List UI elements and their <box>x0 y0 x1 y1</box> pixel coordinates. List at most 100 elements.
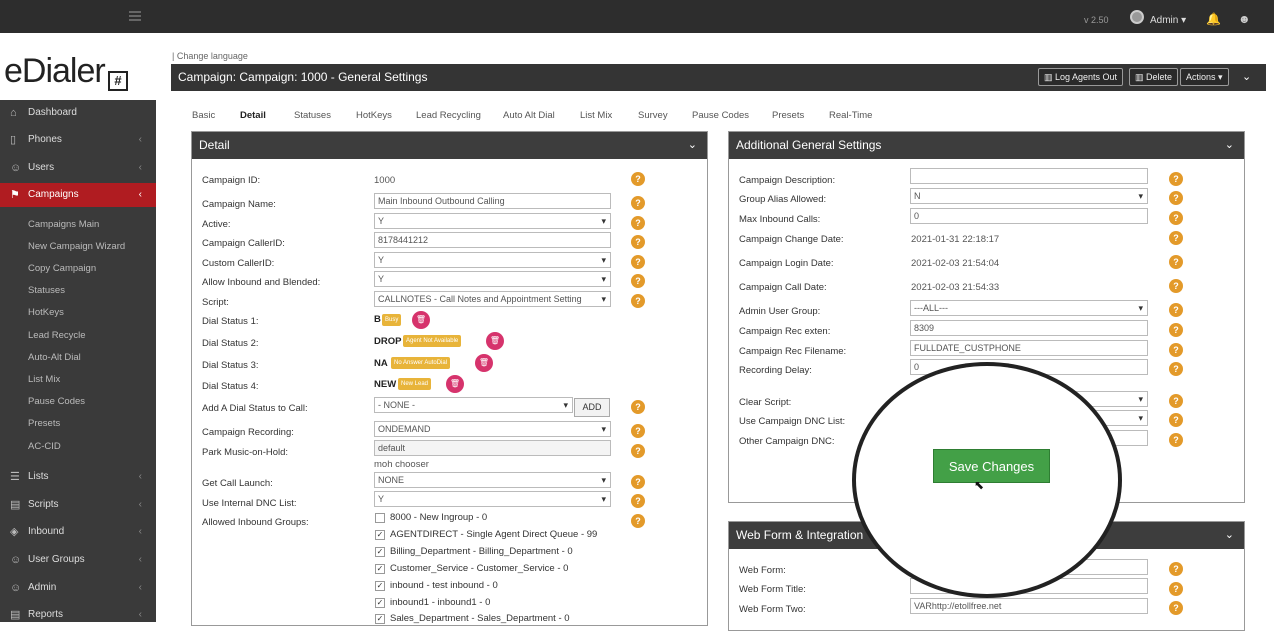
help-icon[interactable]: ? <box>1169 172 1183 186</box>
submenu-hotkeys[interactable]: HotKeys <box>0 303 156 323</box>
help-icon[interactable]: ? <box>1169 562 1183 576</box>
park-input[interactable]: default <box>374 440 611 456</box>
users-icon[interactable]: ☻ <box>1238 12 1251 26</box>
help-icon[interactable]: ? <box>1169 413 1183 427</box>
sidebar-item-users[interactable]: ☺ Users ‹ <box>0 156 156 180</box>
description-input[interactable] <box>910 168 1148 184</box>
help-icon[interactable]: ? <box>1169 211 1183 225</box>
group-checkbox[interactable]: ✓ <box>375 614 385 624</box>
group-checkbox[interactable]: ✓ <box>375 530 385 540</box>
campaign-name-input[interactable]: Main Inbound Outbound Calling <box>374 193 611 209</box>
submenu-campaigns-main[interactable]: Campaigns Main <box>0 215 156 235</box>
help-icon[interactable]: ? <box>1169 255 1183 269</box>
bell-icon[interactable]: 🔔 <box>1206 12 1221 26</box>
sidebar-item-reports[interactable]: ▤ Reports ‹ <box>0 603 156 627</box>
tab-real-time[interactable]: Real-Time <box>829 110 872 121</box>
moh-chooser-link[interactable]: moh chooser <box>374 459 429 470</box>
help-icon[interactable]: ? <box>631 494 645 508</box>
submenu-pause-codes[interactable]: Pause Codes <box>0 392 156 412</box>
sidebar-item-phones[interactable]: ▯ Phones ‹ <box>0 128 156 152</box>
change-language-link[interactable]: | Change language <box>172 51 248 61</box>
help-icon[interactable]: ? <box>1169 343 1183 357</box>
help-icon[interactable]: ? <box>631 514 645 528</box>
avatar[interactable] <box>1130 10 1144 24</box>
tab-basic[interactable]: Basic <box>192 110 215 121</box>
max-inbound-input[interactable]: 0 <box>910 208 1148 224</box>
submenu-list-mix[interactable]: List Mix <box>0 370 156 390</box>
admin-group-select[interactable]: ---ALL--- <box>910 300 1148 316</box>
help-icon[interactable]: ? <box>631 216 645 230</box>
sidebar-item-dashboard[interactable]: ⌂ Dashboard <box>0 101 156 125</box>
rec-filename-input[interactable]: FULLDATE_CUSTPHONE <box>910 340 1148 356</box>
group-checkbox[interactable] <box>375 513 385 523</box>
tab-auto-alt-dial[interactable]: Auto Alt Dial <box>503 110 555 121</box>
help-icon[interactable]: ? <box>1169 303 1183 317</box>
chevron-down-icon[interactable]: ⌄ <box>688 132 697 159</box>
actions-button[interactable]: Actions ▾ <box>1180 68 1229 86</box>
group-checkbox[interactable]: ✓ <box>375 598 385 608</box>
submenu-presets[interactable]: Presets <box>0 414 156 434</box>
trash-icon[interactable]: 🗑 <box>446 375 464 393</box>
chevron-down-icon[interactable]: ⌄ <box>1225 132 1234 159</box>
menu-toggle-icon[interactable] <box>129 11 141 21</box>
tab-presets[interactable]: Presets <box>772 110 804 121</box>
help-icon[interactable]: ? <box>1169 231 1183 245</box>
help-icon[interactable]: ? <box>631 475 645 489</box>
help-icon[interactable]: ? <box>631 294 645 308</box>
internal-dnc-select[interactable]: Y <box>374 491 611 507</box>
help-icon[interactable]: ? <box>631 196 645 210</box>
sidebar-item-campaigns[interactable]: ⚑ Campaigns ‹ <box>0 183 156 207</box>
group-checkbox[interactable]: ✓ <box>375 547 385 557</box>
help-icon[interactable]: ? <box>631 274 645 288</box>
help-icon[interactable]: ? <box>631 235 645 249</box>
group-alias-select[interactable]: N <box>910 188 1148 204</box>
help-icon[interactable]: ? <box>1169 362 1183 376</box>
submenu-auto-alt-dial[interactable]: Auto-Alt Dial <box>0 348 156 368</box>
script-select[interactable]: CALLNOTES - Call Notes and Appointment S… <box>374 291 611 307</box>
save-changes-button[interactable]: Save Changes <box>933 449 1050 483</box>
help-icon[interactable]: ? <box>1169 433 1183 447</box>
submenu-statuses[interactable]: Statuses <box>0 281 156 301</box>
recording-select[interactable]: ONDEMAND <box>374 421 611 437</box>
add-button[interactable]: ADD <box>574 398 610 417</box>
help-icon[interactable]: ? <box>631 172 645 186</box>
chevron-down-icon[interactable]: ⌄ <box>1225 522 1234 549</box>
sidebar-item-scripts[interactable]: ▤ Scripts ‹ <box>0 493 156 517</box>
help-icon[interactable]: ? <box>631 424 645 438</box>
tab-list-mix[interactable]: List Mix <box>580 110 612 121</box>
submenu-new-campaign-wizard[interactable]: New Campaign Wizard <box>0 237 156 257</box>
tab-hotkeys[interactable]: HotKeys <box>356 110 392 121</box>
user-menu[interactable]: Admin ▾ <box>1150 15 1186 26</box>
sidebar-item-user-groups[interactable]: ☺ User Groups ‹ <box>0 548 156 572</box>
sidebar-item-lists[interactable]: ☰ Lists ‹ <box>0 465 156 489</box>
tab-statuses[interactable]: Statuses <box>294 110 331 121</box>
tab-lead-recycling[interactable]: Lead Recycling <box>416 110 481 121</box>
help-icon[interactable]: ? <box>1169 582 1183 596</box>
call-launch-select[interactable]: NONE <box>374 472 611 488</box>
help-icon[interactable]: ? <box>631 444 645 458</box>
active-select[interactable]: Y <box>374 213 611 229</box>
help-icon[interactable]: ? <box>1169 323 1183 337</box>
add-dial-status-select[interactable]: - NONE - <box>374 397 573 413</box>
trash-icon[interactable]: 🗑 <box>475 354 493 372</box>
submenu-copy-campaign[interactable]: Copy Campaign <box>0 259 156 279</box>
help-icon[interactable]: ? <box>631 400 645 414</box>
callerid-input[interactable]: 8178441212 <box>374 232 611 248</box>
custom-callerid-select[interactable]: Y <box>374 252 611 268</box>
help-icon[interactable]: ? <box>1169 394 1183 408</box>
group-checkbox[interactable]: ✓ <box>375 564 385 574</box>
log-agents-out-button[interactable]: ▥ Log Agents Out <box>1038 68 1124 86</box>
trash-icon[interactable]: 🗑 <box>486 332 504 350</box>
tab-pause-codes[interactable]: Pause Codes <box>692 110 749 121</box>
allow-inbound-select[interactable]: Y <box>374 271 611 287</box>
web-form-two-input[interactable]: VARhttp://etollfree.net <box>910 598 1148 614</box>
tab-survey[interactable]: Survey <box>638 110 668 121</box>
help-icon[interactable]: ? <box>1169 279 1183 293</box>
help-icon[interactable]: ? <box>1169 191 1183 205</box>
group-checkbox[interactable]: ✓ <box>375 581 385 591</box>
rec-exten-input[interactable]: 8309 <box>910 320 1148 336</box>
delete-button[interactable]: ▥ Delete <box>1129 68 1179 86</box>
submenu-ac-cid[interactable]: AC-CID <box>0 437 156 457</box>
help-icon[interactable]: ? <box>631 255 645 269</box>
trash-icon[interactable]: 🗑 <box>412 311 430 329</box>
